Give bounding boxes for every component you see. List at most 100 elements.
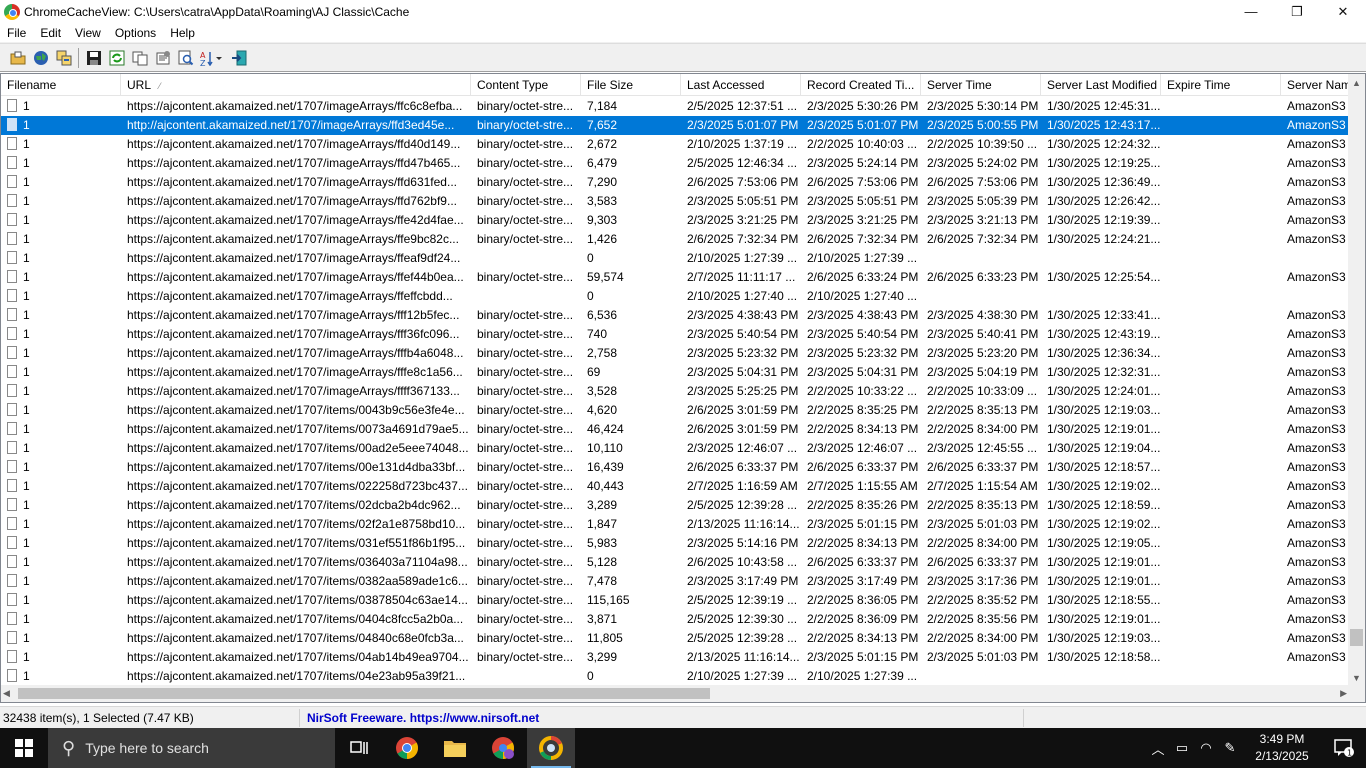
column-header-file-size[interactable]: File Size — [581, 74, 681, 96]
table-row[interactable]: 1 https://ajcontent.akamaized.net/1707/it… — [1, 572, 1349, 591]
cell-server-name: AmazonS3 — [1287, 574, 1346, 588]
table-row[interactable]: 1 https://ajcontent.akamaized.net/1707/it… — [1, 534, 1349, 553]
taskbar-file-explorer[interactable] — [431, 728, 479, 768]
minimize-button[interactable]: — — [1228, 0, 1274, 23]
taskbar-chrome-profile[interactable] — [479, 728, 527, 768]
show-hidden-icons-chevron-icon[interactable]: ︿ — [1146, 739, 1170, 758]
table-row[interactable]: 1 https://ajcontent.akamaized.net/1707/im… — [1, 135, 1349, 154]
sort-icon[interactable]: AZ — [197, 47, 227, 69]
table-row[interactable]: 1 https://ajcontent.akamaized.net/1707/im… — [1, 363, 1349, 382]
table-row[interactable]: 1 https://ajcontent.akamaized.net/1707/im… — [1, 325, 1349, 344]
menu-view[interactable]: View — [68, 23, 108, 43]
cell-filename: 1 — [1, 249, 121, 268]
column-header-server-last-modified[interactable]: Server Last Modified — [1041, 74, 1161, 96]
column-header-server-time[interactable]: Server Time — [921, 74, 1041, 96]
scroll-right-arrow-icon[interactable]: ▶ — [1340, 685, 1347, 702]
table-row[interactable]: 1 https://ajcontent.akamaized.net/1707/it… — [1, 648, 1349, 667]
close-button[interactable]: ✕ — [1320, 0, 1366, 23]
properties-icon[interactable] — [151, 47, 174, 69]
table-row[interactable]: 1 https://ajcontent.akamaized.net/1707/im… — [1, 173, 1349, 192]
start-button[interactable] — [0, 728, 48, 768]
cell-expire-time — [1161, 591, 1281, 610]
task-view-button[interactable] — [335, 728, 383, 768]
cell-server-name: AmazonS3 — [1287, 137, 1346, 151]
column-header-record-created[interactable]: Record Created Ti... — [801, 74, 921, 96]
menu-options[interactable]: Options — [108, 23, 163, 43]
cell-expire-time — [1161, 268, 1281, 287]
open-folder-icon[interactable] — [6, 47, 29, 69]
table-row[interactable]: 1 https://ajcontent.akamaized.net/1707/im… — [1, 306, 1349, 325]
table-row[interactable]: 1 https://ajcontent.akamaized.net/1707/im… — [1, 97, 1349, 116]
table-row[interactable]: 1 https://ajcontent.akamaized.net/1707/it… — [1, 420, 1349, 439]
table-row[interactable]: 1 https://ajcontent.akamaized.net/1707/im… — [1, 192, 1349, 211]
file-icon — [7, 346, 17, 359]
cell-url: https://ajcontent.akamaized.net/1707/ite… — [127, 498, 461, 512]
cell-filename: 1 — [1, 515, 121, 534]
web-icon[interactable] — [29, 47, 52, 69]
table-row[interactable]: 1 https://ajcontent.akamaized.net/1707/it… — [1, 610, 1349, 629]
wifi-icon[interactable]: ◠ — [1194, 740, 1218, 756]
column-header-expire-time[interactable]: Expire Time — [1161, 74, 1281, 96]
taskbar-clock[interactable]: 3:49 PM 2/13/2025 — [1242, 731, 1322, 765]
table-row[interactable]: 1 https://ajcontent.akamaized.net/1707/it… — [1, 515, 1349, 534]
cache-list-view[interactable]: Filename URL ⁄ Content Type File Size Las… — [0, 73, 1366, 703]
find-icon[interactable] — [174, 47, 197, 69]
table-row[interactable]: 1 https://ajcontent.akamaized.net/1707/im… — [1, 268, 1349, 287]
table-row[interactable]: 1 https://ajcontent.akamaized.net/1707/it… — [1, 458, 1349, 477]
cell-url: https://ajcontent.akamaized.net/1707/ima… — [127, 137, 461, 151]
scroll-down-arrow-icon[interactable]: ▼ — [1348, 669, 1365, 686]
menu-file[interactable]: File — [0, 23, 33, 43]
table-row[interactable]: 1 https://ajcontent.akamaized.net/1707/it… — [1, 667, 1349, 686]
table-row[interactable]: 1 https://ajcontent.akamaized.net/1707/im… — [1, 382, 1349, 401]
save-icon[interactable] — [82, 47, 105, 69]
taskbar-search-box[interactable]: ⚲ Type here to search — [48, 728, 335, 768]
table-row[interactable]: 1 https://ajcontent.akamaized.net/1707/im… — [1, 154, 1349, 173]
pen-icon[interactable]: ✎ — [1218, 740, 1242, 756]
copy-icon[interactable] — [128, 47, 151, 69]
cell-filename: 1 — [1, 591, 121, 610]
exit-icon[interactable] — [227, 47, 250, 69]
horizontal-scroll-thumb[interactable] — [18, 688, 710, 699]
table-row[interactable]: 1 https://ajcontent.akamaized.net/1707/im… — [1, 287, 1349, 306]
cell-last-accessed: 2/3/2025 3:21:25 PM — [687, 213, 799, 227]
table-row[interactable]: 1 https://ajcontent.akamaized.net/1707/it… — [1, 591, 1349, 610]
taskbar-chromecacheview[interactable] — [527, 728, 575, 768]
cell-server-time: 2/3/2025 5:00:55 PM — [927, 118, 1039, 132]
filename-text: 1 — [23, 498, 30, 512]
cell-last-accessed: 2/7/2025 1:16:59 AM — [687, 479, 798, 493]
table-row[interactable]: 1 https://ajcontent.akamaized.net/1707/it… — [1, 401, 1349, 420]
cell-last-accessed: 2/7/2025 11:11:17 ... — [687, 270, 796, 284]
taskbar-chrome[interactable] — [383, 728, 431, 768]
refresh-icon[interactable] — [105, 47, 128, 69]
table-row[interactable]: 1 https://ajcontent.akamaized.net/1707/it… — [1, 553, 1349, 572]
copy-cache-icon[interactable] — [52, 47, 75, 69]
table-row[interactable]: 1 https://ajcontent.akamaized.net/1707/im… — [1, 230, 1349, 249]
filename-text: 1 — [23, 327, 30, 341]
scroll-left-arrow-icon[interactable]: ◀ — [3, 685, 10, 702]
scroll-up-arrow-icon[interactable]: ▲ — [1348, 74, 1365, 91]
menu-edit[interactable]: Edit — [33, 23, 68, 43]
column-header-server-name[interactable]: Server Nam — [1281, 74, 1349, 96]
table-row[interactable]: 1 https://ajcontent.akamaized.net/1707/it… — [1, 629, 1349, 648]
nirsoft-link[interactable]: NirSoft Freeware. https://www.nirsoft.ne… — [300, 708, 1024, 727]
maximize-button[interactable]: ❐ — [1274, 0, 1320, 23]
vertical-scrollbar[interactable]: ▲ ▼ — [1348, 74, 1365, 686]
column-header-url[interactable]: URL ⁄ — [121, 74, 471, 96]
horizontal-scrollbar[interactable]: ◀ ▶ — [1, 685, 1349, 702]
action-center-button[interactable]: 1 — [1322, 739, 1366, 757]
menu-help[interactable]: Help — [163, 23, 202, 43]
column-header-content-type[interactable]: Content Type — [471, 74, 581, 96]
table-row[interactable]: 1 https://ajcontent.akamaized.net/1707/it… — [1, 477, 1349, 496]
table-row[interactable]: 1 https://ajcontent.akamaized.net/1707/it… — [1, 439, 1349, 458]
table-row[interactable]: 1 https://ajcontent.akamaized.net/1707/im… — [1, 211, 1349, 230]
column-header-last-accessed[interactable]: Last Accessed — [681, 74, 801, 96]
cell-filename: 1 — [1, 135, 121, 154]
cell-server-time: 2/2/2025 8:35:13 PM — [927, 498, 1039, 512]
table-row[interactable]: 1 https://ajcontent.akamaized.net/1707/it… — [1, 496, 1349, 515]
table-row[interactable]: 1 http://ajcontent.akamaized.net/1707/ima… — [1, 116, 1349, 135]
battery-icon[interactable]: ▭ — [1170, 740, 1194, 756]
vertical-scroll-thumb[interactable] — [1350, 629, 1363, 646]
table-row[interactable]: 1 https://ajcontent.akamaized.net/1707/im… — [1, 344, 1349, 363]
column-header-filename[interactable]: Filename — [1, 74, 121, 96]
table-row[interactable]: 1 https://ajcontent.akamaized.net/1707/im… — [1, 249, 1349, 268]
